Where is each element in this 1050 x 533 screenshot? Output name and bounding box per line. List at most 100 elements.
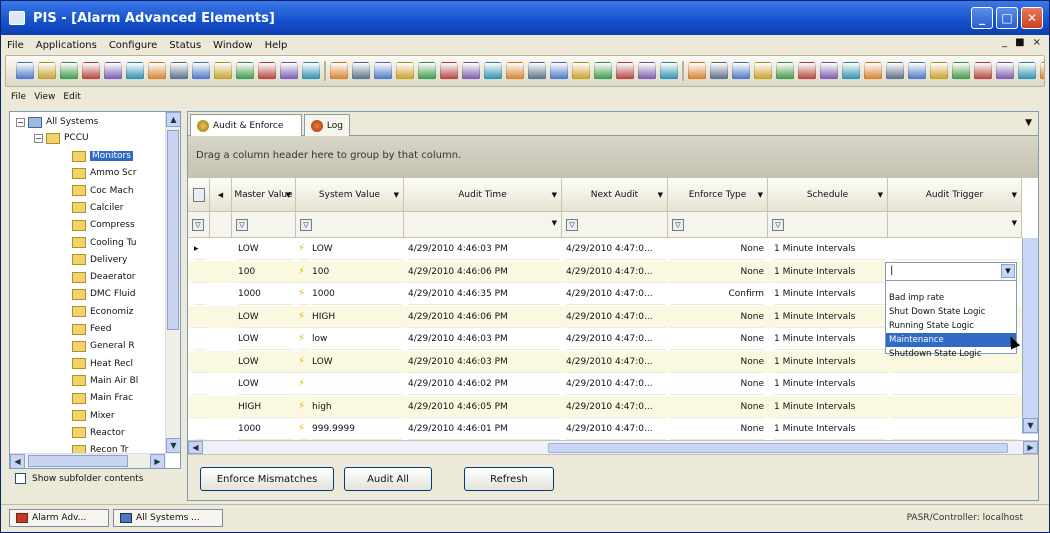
scroll-left-icon[interactable]: ◀ — [188, 441, 203, 454]
cell-audit-time[interactable]: 4/29/2010 4:46:01 PM — [408, 418, 560, 440]
cell-audit-time[interactable]: 4/29/2010 4:46:03 PM — [408, 328, 560, 350]
toolbar-button-icon[interactable] — [192, 62, 210, 80]
toolbar-button-icon[interactable] — [104, 62, 122, 80]
cell-schedule[interactable]: 1 Minute Intervals — [774, 373, 886, 395]
cell-next-audit[interactable]: 4/29/2010 4:47:0... — [566, 328, 666, 350]
submenu-edit[interactable]: Edit — [63, 92, 80, 102]
filter-icon[interactable]: ▽ — [772, 219, 784, 231]
filter-icon[interactable]: ▽ — [236, 219, 248, 231]
toolbar-button-icon[interactable] — [352, 62, 370, 80]
cell-trigger[interactable] — [892, 396, 1018, 418]
menu-configure[interactable]: Configure — [103, 40, 163, 51]
cell-schedule[interactable]: 1 Minute Intervals — [774, 396, 886, 418]
cell-next-audit[interactable]: 4/29/2010 4:47:0... — [566, 283, 666, 305]
tree-item[interactable]: DMC Fluid — [72, 286, 135, 302]
chevron-down-icon[interactable]: ▼ — [1012, 219, 1017, 227]
table-row[interactable]: ▸ LOW ⚡ LOW 4/29/2010 4:46:03 PM 4/29/2010 4:… — [188, 238, 1022, 261]
cell-system[interactable]: low — [312, 328, 402, 350]
cell-master[interactable]: LOW — [238, 351, 294, 373]
toolbar-button-icon[interactable] — [236, 62, 254, 80]
row-indicator-icon[interactable] — [194, 351, 206, 373]
close-button[interactable]: ✕ — [1021, 7, 1043, 29]
cell-system[interactable]: high — [312, 396, 402, 418]
minimize-button[interactable]: _ — [971, 7, 993, 29]
toolbar-button-icon[interactable] — [776, 62, 794, 80]
toolbar-button-icon[interactable] — [60, 62, 78, 80]
row-indicator-icon[interactable] — [194, 261, 206, 283]
cell-master[interactable]: LOW — [238, 373, 294, 395]
dropdown-option[interactable]: Running State Logic — [886, 319, 1016, 333]
header-audit-time[interactable]: Audit Time ▼ — [404, 178, 562, 212]
cell-master[interactable]: LOW — [238, 328, 294, 350]
filter-next-audit[interactable]: ▽ — [562, 212, 668, 238]
cell-master[interactable]: 100 — [238, 261, 294, 283]
filter-audit-trigger[interactable]: ▼ — [888, 212, 1022, 238]
audit-all-button[interactable]: Audit All — [344, 467, 432, 491]
cell-trigger[interactable] — [892, 418, 1018, 440]
maximize-button[interactable]: □ — [996, 7, 1018, 29]
header-system-value[interactable]: System Value ▼ — [296, 178, 404, 212]
submenu-file[interactable]: File — [11, 92, 26, 102]
filter-audit-time[interactable]: ▼ — [404, 212, 562, 238]
toolbar-button-icon[interactable] — [374, 62, 392, 80]
tree-horizontal-scrollbar[interactable]: ◀ ▶ — [10, 453, 166, 468]
cell-system[interactable]: 1000 — [312, 283, 402, 305]
toolbar-button-icon[interactable] — [1018, 62, 1036, 80]
filter-master-value[interactable]: ▽ — [232, 212, 296, 238]
table-row[interactable]: 1000 ⚡ 999.9999 4/29/2010 4:46:01 PM 4/29/20… — [188, 418, 1022, 440]
scroll-down-icon[interactable]: ▼ — [166, 438, 180, 453]
cell-enforce[interactable]: None — [670, 418, 764, 440]
chevron-down-icon[interactable]: ▼ — [552, 219, 557, 227]
toolbar-button-icon[interactable] — [820, 62, 838, 80]
cell-audit-time[interactable]: 4/29/2010 4:46:02 PM — [408, 373, 560, 395]
toolbar-button-icon[interactable] — [462, 62, 480, 80]
menu-file[interactable]: File — [1, 40, 30, 51]
toolbar-button-icon[interactable] — [710, 62, 728, 80]
title-bar[interactable]: PIS - [Alarm Advanced Elements] _ □ ✕ — [1, 1, 1049, 35]
toolbar-button-icon[interactable] — [506, 62, 524, 80]
menu-status[interactable]: Status — [163, 40, 207, 51]
toolbar-button-icon[interactable] — [952, 62, 970, 80]
toolbar-button-icon[interactable] — [1040, 62, 1044, 80]
cell-audit-time[interactable]: 4/29/2010 4:46:06 PM — [408, 261, 560, 283]
cell-next-audit[interactable]: 4/29/2010 4:47:0... — [566, 351, 666, 373]
toolbar-button-icon[interactable] — [660, 62, 678, 80]
scroll-right-icon[interactable]: ▶ — [1023, 441, 1038, 454]
cell-enforce[interactable]: None — [670, 238, 764, 260]
tree-item[interactable]: Economiz — [72, 304, 133, 320]
cell-enforce[interactable]: None — [670, 396, 764, 418]
cell-schedule[interactable]: 1 Minute Intervals — [774, 418, 886, 440]
header-master-value[interactable]: Master Value ▼ — [232, 178, 296, 212]
cell-schedule[interactable]: 1 Minute Intervals — [774, 238, 886, 260]
mdi-minimize-button[interactable]: _ — [1002, 37, 1007, 48]
row-indicator-icon[interactable] — [194, 283, 206, 305]
filter-system-value[interactable]: ▽ — [296, 212, 404, 238]
collapse-icon[interactable]: − — [16, 117, 25, 127]
cell-next-audit[interactable]: 4/29/2010 4:47:0... — [566, 396, 666, 418]
grid-vertical-scrollbar[interactable]: ▼ — [1022, 238, 1038, 434]
cell-audit-time[interactable]: 4/29/2010 4:46:35 PM — [408, 283, 560, 305]
scroll-down-icon[interactable]: ▼ — [1023, 418, 1038, 433]
filter-enforce-type[interactable]: ▽ — [668, 212, 768, 238]
cell-enforce[interactable]: None — [670, 351, 764, 373]
mdi-restore-button[interactable]: ■ — [1015, 37, 1024, 48]
cell-system[interactable]: 999.9999 — [312, 418, 402, 440]
tree-item[interactable]: Reactor — [72, 425, 125, 441]
toolbar-button-icon[interactable] — [616, 62, 634, 80]
tree-item[interactable]: General R — [72, 338, 135, 354]
grid-horizontal-scrollbar[interactable]: ◀ ▶ — [188, 440, 1038, 454]
row-selector-header[interactable] — [188, 178, 210, 212]
tree-item[interactable]: Calciler — [72, 200, 124, 216]
tree-item[interactable]: Monitors — [72, 148, 133, 164]
row-indicator-icon[interactable]: ▸ — [194, 238, 206, 260]
toolbar-button-icon[interactable] — [732, 62, 750, 80]
menu-applications[interactable]: Applications — [30, 40, 103, 51]
row-indicator-icon[interactable] — [194, 396, 206, 418]
taskbar-all-systems[interactable]: All Systems ... — [113, 509, 223, 527]
tree-item[interactable]: Heat Recl — [72, 356, 133, 372]
toolbar-button-icon[interactable] — [280, 62, 298, 80]
mdi-close-button[interactable]: × — [1033, 37, 1041, 48]
cell-master[interactable]: LOW — [238, 238, 294, 260]
cell-schedule[interactable]: 1 Minute Intervals — [774, 306, 886, 328]
header-next-audit[interactable]: Next Audit ▼ — [562, 178, 668, 212]
